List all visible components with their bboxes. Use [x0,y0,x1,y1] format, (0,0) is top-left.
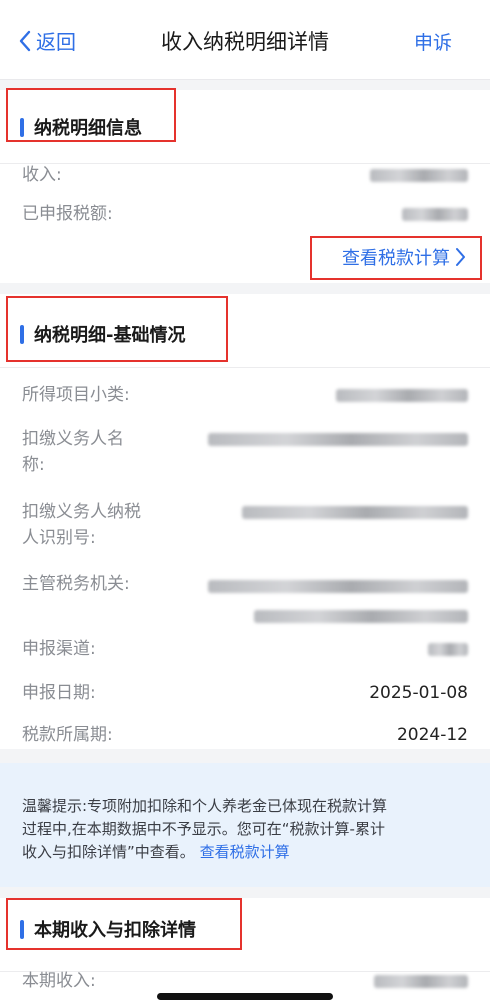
row-label: 本期收入: [22,971,96,991]
row-label: 所得项目小类: [22,385,130,405]
nav-bar: 返回 收入纳税明细详情 申诉 [0,0,490,80]
accent-bar [20,919,24,939]
row-value: 2025-01-08 [369,683,468,703]
row-label: 已申报税额: [22,204,113,224]
row-label-line1: 扣缴义务人名 [22,429,124,449]
section-title-text: 纳税明细信息 [34,118,142,139]
row-label-line2: 称: [22,455,45,475]
notice-tip: 温馨提示:专项附加扣除和个人养老金已体现在税款计算 过程中,在本期数据中不予显示… [0,763,490,887]
section-title: 纳税明细信息 [20,114,142,140]
row-label-line2: 人识别号: [22,528,96,548]
row-label: 申报日期: [22,683,96,703]
tax-detail-info-card: 纳税明细信息 收入: 已申报税额: 查看税款计算 [0,90,490,283]
appeal-button[interactable]: 申诉 [414,28,452,55]
row-label: 申报渠道: [22,639,96,659]
row-value-redacted [402,201,468,227]
row-value-redacted [374,968,468,994]
accent-bar [20,324,24,344]
chevron-right-icon [456,248,465,266]
row-value-redacted [208,571,468,631]
section-title: 纳税明细-基础情况 [20,321,185,347]
row-label-line1: 扣缴义务人纳税 [22,502,141,522]
row-value-redacted [242,499,468,525]
home-indicator [157,993,333,1000]
accent-bar [20,117,24,137]
basic-info-card: 纳税明细-基础情况 所得项目小类: 扣缴义务人名 称: 扣缴义务人纳税 人识别号… [0,294,490,749]
section-title-text: 纳税明细-基础情况 [34,325,186,346]
row-value-redacted [336,382,468,408]
tip-line1: 温馨提示:专项附加扣除和个人养老金已体现在税款计算 [22,797,388,815]
view-tax-calc-link[interactable]: 查看税款计算 [342,244,466,270]
tip-line2: 过程中,在本期数据中不予显示。您可在“税款计算-累计 [22,820,385,838]
view-tax-calc-label: 查看税款计算 [342,248,450,269]
row-value: 2024-12 [396,725,468,745]
tip-view-tax-calc-link[interactable]: 查看税款计算 [200,843,290,861]
row-label: 扣缴义务人纳税 人识别号: [22,499,141,551]
row-value-redacted [428,636,468,662]
row-value-redacted [370,162,468,188]
tip-line3: 收入与扣除详情”中查看。 [22,843,195,861]
row-label: 主管税务机关: [22,574,130,594]
section-header: 本期收入与扣除详情 [0,898,490,972]
section-header: 纳税明细信息 [0,90,490,164]
section-title: 本期收入与扣除详情 [20,916,196,942]
row-label: 税款所属期: [22,725,113,745]
row-label: 收入: [22,165,62,185]
section-header: 纳税明细-基础情况 [0,294,490,368]
row-label: 扣缴义务人名 称: [22,426,124,478]
row-value-redacted [208,426,468,452]
income-deduction-card: 本期收入与扣除详情 本期收入: [0,898,490,1006]
section-title-text: 本期收入与扣除详情 [34,920,196,941]
